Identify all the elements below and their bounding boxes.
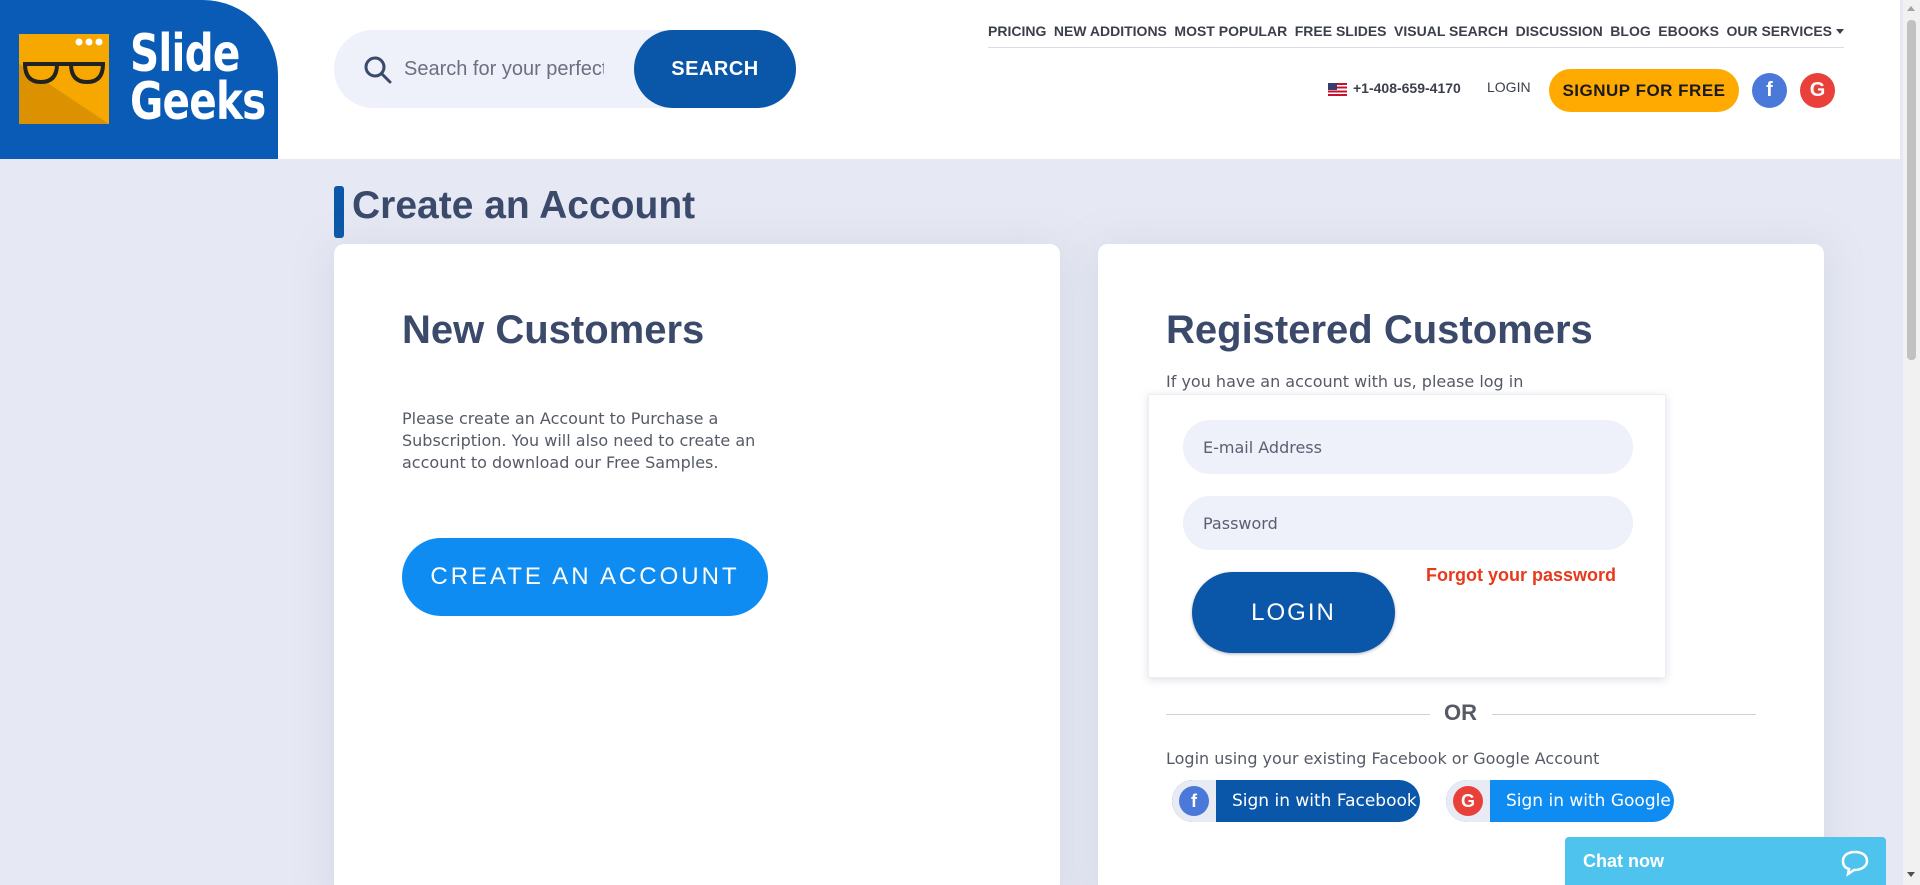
chat-widget[interactable]: Chat now [1565,837,1886,885]
title-accent-bar [334,186,344,238]
nav-new-additions[interactable]: NEW ADDITIONS [1054,23,1167,39]
registered-customers-heading: Registered Customers [1166,308,1593,352]
logo-line-2: Geeks [130,72,266,132]
new-customers-description: Please create an Account to Purchase a S… [402,409,756,472]
or-divider-left [1166,714,1430,715]
scroll-down-arrow-icon[interactable] [1907,872,1915,877]
search-button[interactable]: SEARCH [634,30,796,108]
new-customers-heading: New Customers [402,308,705,352]
facebook-icon: f [1179,786,1209,816]
search-icon [364,56,392,84]
page-scrollbar[interactable] [1903,0,1920,885]
phone-number[interactable]: +1-408-659-4170 [1353,80,1461,96]
us-flag-icon [1328,83,1347,96]
signup-button[interactable]: SIGNUP FOR FREE [1549,69,1739,112]
caret-down-icon [1836,29,1844,35]
or-separator: OR [1444,700,1477,725]
email-field[interactable] [1183,420,1633,474]
nav-pricing[interactable]: PRICING [988,23,1046,39]
login-form: LOGIN Forgot your password [1148,394,1666,678]
logo[interactable]: Slide Geeks [0,0,278,159]
nav-our-services[interactable]: OUR SERVICES [1726,23,1844,39]
login-button[interactable]: LOGIN [1192,572,1395,653]
facebook-signin-label: Sign in with Facebook [1232,791,1417,811]
chat-label: Chat now [1583,851,1664,871]
google-icon-wrap: G [1446,780,1490,822]
nav-visual-search[interactable]: VISUAL SEARCH [1394,23,1508,39]
nav-ebooks[interactable]: EBOOKS [1658,23,1719,39]
scroll-thumb[interactable] [1907,20,1916,360]
google-icon: G [1453,786,1483,816]
facebook-icon-wrap: f [1172,780,1216,822]
search-bar: SEARCH [334,30,796,108]
logo-text: Slide Geeks [130,24,266,132]
top-navigation: PRICING NEW ADDITIONS MOST POPULAR FREE … [988,14,1844,48]
forgot-password-link[interactable]: Forgot your password [1426,565,1616,586]
registered-description: If you have an account with us, please l… [1166,372,1524,391]
header-login-link[interactable]: LOGIN [1487,79,1531,95]
nav-free-slides[interactable]: FREE SLIDES [1295,23,1387,39]
new-customers-card: New Customers Please create an Account t… [334,244,1060,885]
page-title: Create an Account [352,184,696,227]
chat-bubble-icon [1841,850,1869,877]
nav-blog[interactable]: BLOG [1610,23,1650,39]
or-divider-right [1492,714,1756,715]
facebook-signin-button[interactable]: f Sign in with Facebook [1172,780,1420,822]
registered-customers-card: Registered Customers If you have an acco… [1098,244,1824,885]
site-header: Slide Geeks SEARCH PRICING NEW ADDITIONS… [0,0,1900,159]
password-field[interactable] [1183,496,1633,550]
scroll-up-arrow-icon[interactable] [1907,6,1915,11]
nav-discussion[interactable]: DISCUSSION [1516,23,1603,39]
facebook-icon[interactable]: f [1752,73,1787,108]
nav-our-services-label: OUR SERVICES [1726,22,1832,39]
glasses-logo-icon [19,34,109,124]
social-login-description: Login using your existing Facebook or Go… [1166,749,1600,768]
google-icon[interactable]: G [1800,73,1835,108]
logo-line-1: Slide [130,24,240,84]
google-signin-button[interactable]: G Sign in with Google [1446,780,1674,822]
search-input[interactable] [404,50,604,88]
nav-most-popular[interactable]: MOST POPULAR [1174,23,1287,39]
google-signin-label: Sign in with Google [1506,791,1671,811]
create-account-button[interactable]: CREATE AN ACCOUNT [402,538,768,616]
